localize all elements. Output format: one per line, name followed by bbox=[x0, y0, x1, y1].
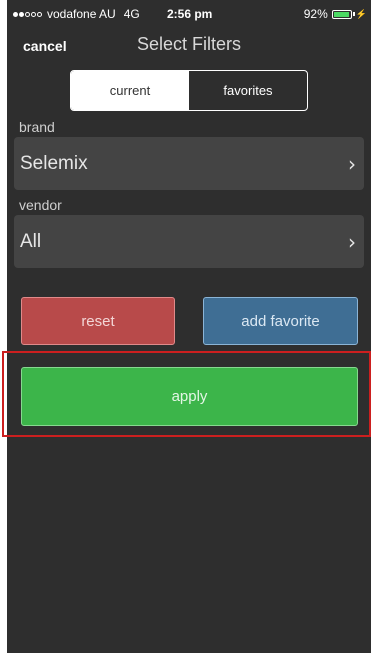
signal-strength-icon bbox=[13, 11, 43, 17]
brand-label: brand bbox=[19, 119, 55, 135]
add-favorite-button[interactable]: add favorite bbox=[203, 297, 358, 345]
screen: vodafone AU 4G 2:56 pm 92% ⚡ cancel Sele… bbox=[7, 0, 371, 653]
status-left: vodafone AU 4G bbox=[13, 7, 140, 21]
status-right: 92% ⚡ bbox=[304, 7, 367, 21]
battery-percent: 92% bbox=[303, 7, 328, 21]
reset-button[interactable]: reset bbox=[21, 297, 175, 345]
battery-fill bbox=[333, 11, 349, 17]
brand-selector[interactable]: Selemix › bbox=[14, 137, 364, 190]
network-type: 4G bbox=[123, 7, 140, 21]
vendor-label: vendor bbox=[19, 197, 62, 213]
page-title: Select Filters bbox=[136, 34, 242, 54]
chevron-right-icon: › bbox=[348, 229, 356, 254]
carrier-name: vodafone AU bbox=[47, 7, 116, 21]
battery-icon bbox=[331, 9, 352, 19]
status-bar: vodafone AU 4G 2:56 pm 92% ⚡ bbox=[7, 0, 371, 28]
nav-bar: cancel Select Filters bbox=[7, 28, 371, 64]
brand-value: Selemix bbox=[20, 152, 88, 174]
battery-tip bbox=[352, 12, 355, 16]
bolt-icon: ⚡ bbox=[355, 8, 367, 19]
vendor-value: All bbox=[20, 230, 42, 252]
tab-favorites[interactable]: favorites bbox=[189, 71, 307, 110]
tab-current[interactable]: current bbox=[71, 71, 189, 110]
filter-mode-segmented-control: current favorites bbox=[70, 70, 308, 111]
vendor-selector[interactable]: All › bbox=[14, 215, 364, 268]
status-time: 2:56 pm bbox=[167, 7, 213, 21]
chevron-right-icon: › bbox=[348, 151, 356, 176]
apply-button[interactable]: apply bbox=[21, 367, 358, 426]
